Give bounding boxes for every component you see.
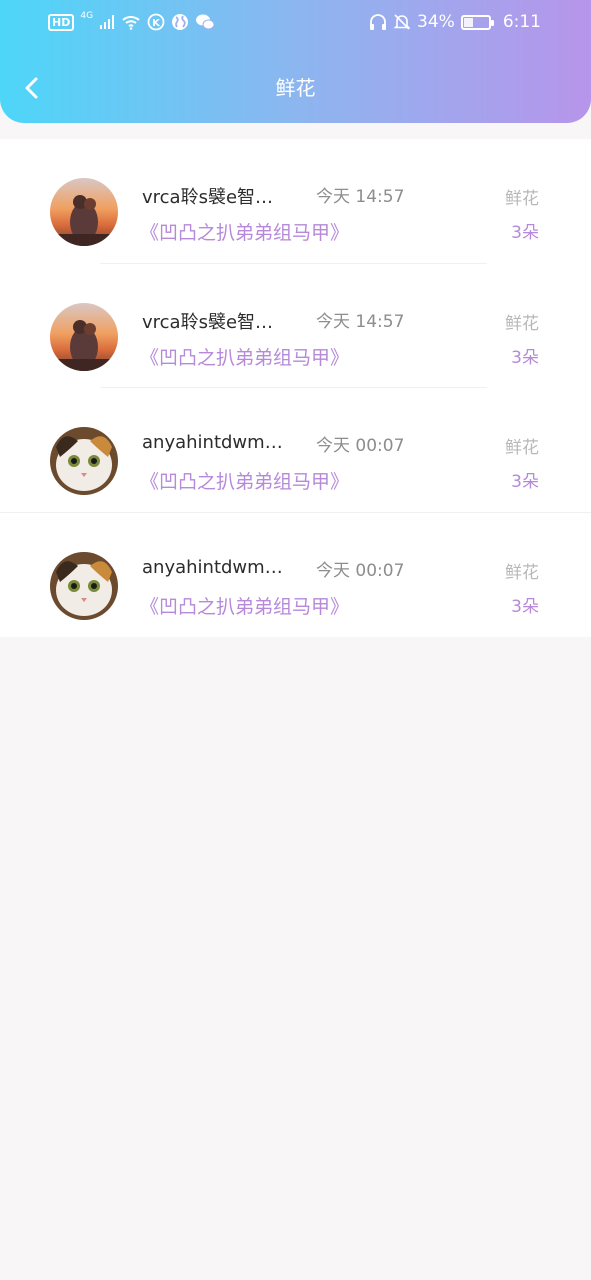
signal-icon: [99, 14, 115, 30]
list-item[interactable]: anyahintdwmu… 今天 00:07 《凹凸之扒弟弟组马甲》 鲜花 3朵: [0, 388, 591, 513]
cat-photo: [50, 551, 118, 620]
network-type: 4G: [80, 11, 94, 21]
wechat-icon: [195, 13, 215, 31]
avatar[interactable]: [50, 178, 118, 246]
avatar[interactable]: [50, 551, 118, 620]
work-title-link[interactable]: 《凹凸之扒弟弟组马甲》: [140, 467, 349, 494]
status-bar-right: 34% 6:11: [369, 10, 541, 34]
clock: 6:11: [502, 12, 541, 32]
work-title-link[interactable]: 《凹凸之扒弟弟组马甲》: [140, 592, 349, 619]
status-bar-left: HD 4G K: [48, 10, 215, 34]
user-name: vrca聆s襞e智…: [142, 311, 274, 333]
gift-type: 鲜花: [505, 562, 539, 583]
timestamp: 今天 14:57: [316, 311, 405, 332]
k-app-icon: K: [147, 13, 165, 31]
status-bar: HD 4G K 34% 6:11: [0, 0, 591, 44]
gift-count: 3朵: [511, 347, 539, 368]
wifi-icon: [121, 14, 141, 30]
timestamp: 今天 00:07: [316, 560, 405, 581]
gift-type: 鲜花: [505, 438, 539, 458]
bell-off-icon: [393, 13, 411, 31]
list-item[interactable]: anyahintdwmu… 今天 00:07 《凹凸之扒弟弟组马甲》 鲜花 3朵: [0, 513, 591, 638]
gift-count: 3朵: [511, 596, 539, 617]
hd-icon: HD: [48, 13, 75, 31]
gift-type: 鲜花: [505, 189, 539, 209]
user-name: vrca聆s襞e智…: [142, 187, 274, 208]
gift-type: 鲜花: [505, 313, 539, 334]
user-name: anyahintdwmu…: [142, 556, 292, 578]
list-item[interactable]: vrca聆s襞e智… 今天 14:57 《凹凸之扒弟弟组马甲》 鲜花 3朵: [0, 139, 591, 264]
user-name: anyahintdwmu…: [142, 432, 292, 453]
battery-icon: [460, 14, 494, 30]
couple-sunset-photo: [50, 302, 118, 371]
couple-sunset-photo: [50, 178, 118, 246]
avatar[interactable]: [50, 427, 118, 495]
gift-count: 3朵: [511, 472, 539, 492]
avatar[interactable]: [50, 302, 118, 371]
headphones-icon: [369, 13, 387, 31]
work-title-link[interactable]: 《凹凸之扒弟弟组马甲》: [140, 218, 349, 245]
battery-fill: [463, 17, 473, 27]
list-item[interactable]: vrca聆s襞e智… 今天 14:57 《凹凸之扒弟弟组马甲》 鲜花 3朵: [0, 264, 591, 388]
header: HD 4G K 34% 6:11 鲜花: [0, 0, 591, 123]
gift-count: 3朵: [511, 223, 539, 243]
flower-record-list: vrca聆s襞e智… 今天 14:57 《凹凸之扒弟弟组马甲》 鲜花 3朵 vr…: [0, 139, 591, 637]
globe-icon: [171, 13, 189, 31]
page-title: 鲜花: [275, 76, 316, 100]
battery-percent: 34%: [417, 12, 455, 32]
work-title-link[interactable]: 《凹凸之扒弟弟组马甲》: [140, 343, 349, 370]
cat-photo: [50, 427, 118, 495]
svg-text:K: K: [152, 18, 161, 29]
timestamp: 今天 14:57: [316, 187, 405, 207]
timestamp: 今天 00:07: [316, 436, 405, 456]
